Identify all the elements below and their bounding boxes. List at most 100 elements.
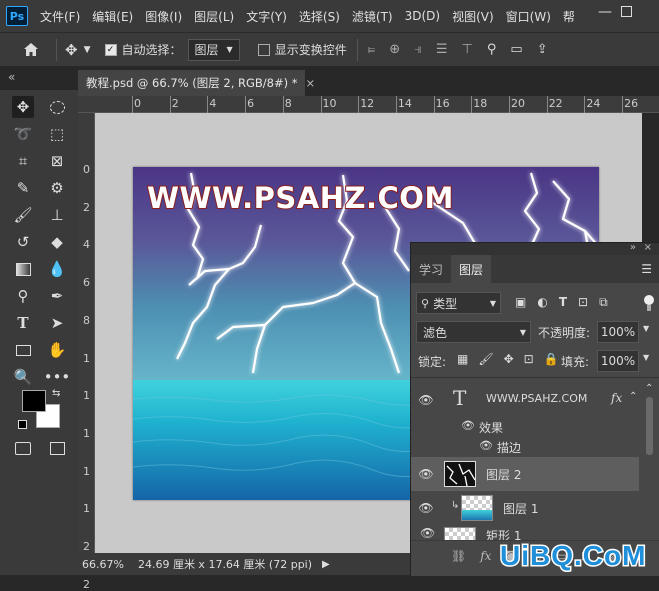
share-icon[interactable]: ⇪ xyxy=(537,42,548,57)
type-tool[interactable]: T xyxy=(12,312,34,334)
blur-tool[interactable]: 💧 xyxy=(46,258,68,280)
history-brush-tool[interactable]: ↺ xyxy=(12,231,34,253)
move-tool-preset[interactable]: ✥ ▼ xyxy=(65,41,91,59)
collapse-panel-icon[interactable]: » xyxy=(630,242,636,253)
lock-position-icon[interactable]: ✥ xyxy=(504,352,514,366)
scrollbar-thumb[interactable] xyxy=(646,397,653,455)
patch-tool[interactable]: ⚙ xyxy=(46,177,68,199)
move-tool[interactable]: ✥ xyxy=(12,96,34,118)
path-select-tool[interactable]: ➤ xyxy=(46,312,68,334)
menu-filter[interactable]: 滤镜(T) xyxy=(346,8,399,25)
chevron-up-icon[interactable]: ⌃ xyxy=(629,391,637,402)
foreground-color-swatch[interactable] xyxy=(22,390,46,412)
menu-layer[interactable]: 图层(L) xyxy=(188,8,240,25)
menu-3d[interactable]: 3D(D) xyxy=(399,9,446,23)
eye-icon[interactable]: 👁 xyxy=(479,439,493,452)
menu-view[interactable]: 视图(V) xyxy=(446,8,500,25)
dodge-tool[interactable]: ⚲ xyxy=(12,285,34,307)
layers-scrollbar[interactable]: ⌃ xyxy=(639,379,659,539)
tab-learn[interactable]: 学习 xyxy=(411,255,451,283)
menu-type[interactable]: 文字(Y) xyxy=(240,8,293,25)
link-icon[interactable]: ⛓ xyxy=(451,549,466,563)
filter-shape-icon[interactable]: ⊡ xyxy=(578,295,588,310)
search-icon[interactable]: ⚲ xyxy=(487,42,497,57)
panel-menu-icon[interactable]: ☰ xyxy=(641,262,652,276)
align-right-icon[interactable]: ⫣ xyxy=(414,42,422,57)
show-transform-checkbox[interactable] xyxy=(257,43,270,56)
ruler-tick xyxy=(509,96,510,113)
eye-icon[interactable]: 👁 xyxy=(418,392,434,408)
distribute-icon[interactable]: ☰ xyxy=(436,42,448,57)
eye-icon[interactable]: 👁 xyxy=(418,466,434,482)
auto-select-target-dropdown[interactable]: 图层 ▼ xyxy=(187,38,240,61)
marquee-tool[interactable] xyxy=(46,96,68,118)
eraser-tool[interactable]: ◆ xyxy=(46,231,68,253)
swap-colors-icon[interactable]: ⇆ xyxy=(52,388,60,399)
collapse-panel-icon[interactable]: « xyxy=(8,70,15,84)
menu-select[interactable]: 选择(S) xyxy=(293,8,346,25)
close-tab-icon[interactable]: × xyxy=(306,76,316,90)
maximize-button[interactable] xyxy=(621,6,632,17)
status-menu-icon[interactable]: ▶ xyxy=(322,559,330,570)
eraser-icon: ◆ xyxy=(51,233,63,251)
align-left-icon[interactable]: ⫢ xyxy=(368,42,375,57)
filter-type-icon[interactable]: T xyxy=(559,295,567,310)
tab-layers[interactable]: 图层 xyxy=(451,255,492,283)
menu-edit[interactable]: 编辑(E) xyxy=(86,8,139,25)
layer-row[interactable]: 👁 矩形 1 xyxy=(411,525,639,540)
filter-smart-object-icon[interactable]: ⧉ xyxy=(599,295,608,310)
auto-select-checkbox[interactable]: ✓ xyxy=(104,43,117,56)
menu-image[interactable]: 图像(I) xyxy=(139,8,188,25)
layer-row[interactable]: 👁 T WWW.PSAHZ.COM fx ⌃ xyxy=(411,381,639,419)
crop-tool[interactable]: ⌗ xyxy=(12,150,34,172)
close-panel-icon[interactable]: × xyxy=(644,242,652,253)
zoom-level[interactable]: 66.67% xyxy=(82,558,124,571)
frame-tool[interactable]: ⊠ xyxy=(46,150,68,172)
fx-button[interactable]: fx xyxy=(480,549,491,563)
filter-adjustment-icon[interactable]: ◐ xyxy=(537,295,547,310)
lock-all-icon[interactable]: 🔒 xyxy=(544,352,559,366)
menu-window[interactable]: 窗口(W) xyxy=(500,8,557,25)
hand-tool[interactable]: ✋ xyxy=(46,339,68,361)
filter-pixel-icon[interactable]: ▣ xyxy=(515,295,526,310)
chevron-down-icon[interactable]: ▼ xyxy=(643,353,649,362)
zoom-tool[interactable]: 🔍 xyxy=(12,366,34,388)
home-icon[interactable] xyxy=(14,42,48,57)
fill-input[interactable]: 100% xyxy=(597,350,639,372)
blend-mode-dropdown[interactable]: 滤色 ▼ xyxy=(416,321,531,343)
eyedropper-tool[interactable]: ✎ xyxy=(12,177,34,199)
more-tools[interactable]: ••• xyxy=(44,366,71,388)
rectangle-tool[interactable] xyxy=(12,339,34,361)
layer-filter-dropdown[interactable]: ⚲ 类型 ▼ xyxy=(416,292,501,314)
fx-badge[interactable]: fx xyxy=(611,391,622,405)
lock-transparent-icon[interactable]: ▦ xyxy=(457,352,468,366)
eye-icon[interactable]: 👁 xyxy=(461,419,475,432)
effects-row[interactable]: 👁 效果 xyxy=(411,417,639,437)
align-center-icon[interactable]: ⊕ xyxy=(389,42,400,57)
gradient-tool[interactable] xyxy=(12,258,34,280)
lasso-tool[interactable]: ➰ xyxy=(12,123,34,145)
brush-tool[interactable]: 🖌 xyxy=(12,204,34,226)
menu-help[interactable]: 帮 xyxy=(557,8,581,25)
effect-stroke-row[interactable]: 👁 描边 xyxy=(411,437,639,457)
eye-icon[interactable]: 👁 xyxy=(420,526,435,540)
document-tab[interactable]: 教程.psd @ 66.7% (图层 2, RGB/8#) * × xyxy=(78,70,315,96)
quick-mask-button[interactable] xyxy=(12,437,34,459)
filter-toggle[interactable] xyxy=(644,295,654,311)
screen-mode-button[interactable] xyxy=(46,437,68,459)
opacity-input[interactable]: 100% xyxy=(597,321,639,343)
eye-icon[interactable]: 👁 xyxy=(418,500,434,516)
lock-artboard-icon[interactable]: ⊡ xyxy=(524,352,534,366)
workspace-icon[interactable]: ▭ xyxy=(510,42,522,57)
layer-row-selected[interactable]: 👁 图层 2 xyxy=(411,457,639,491)
layer-row[interactable]: 👁 ↳ 图层 1 xyxy=(411,491,639,525)
quick-select-tool[interactable]: ⬚ xyxy=(46,123,68,145)
minimize-button[interactable]: — xyxy=(598,4,612,20)
stamp-tool[interactable]: ⊥ xyxy=(46,204,68,226)
pen-tool[interactable]: ✒ xyxy=(46,285,68,307)
chevron-down-icon[interactable]: ▼ xyxy=(643,324,649,333)
lock-pixels-icon[interactable]: 🖌 xyxy=(478,352,493,366)
default-colors-icon[interactable] xyxy=(18,420,27,429)
align-top-icon[interactable]: ⊤ xyxy=(462,42,473,57)
menu-file[interactable]: 文件(F) xyxy=(34,8,86,25)
